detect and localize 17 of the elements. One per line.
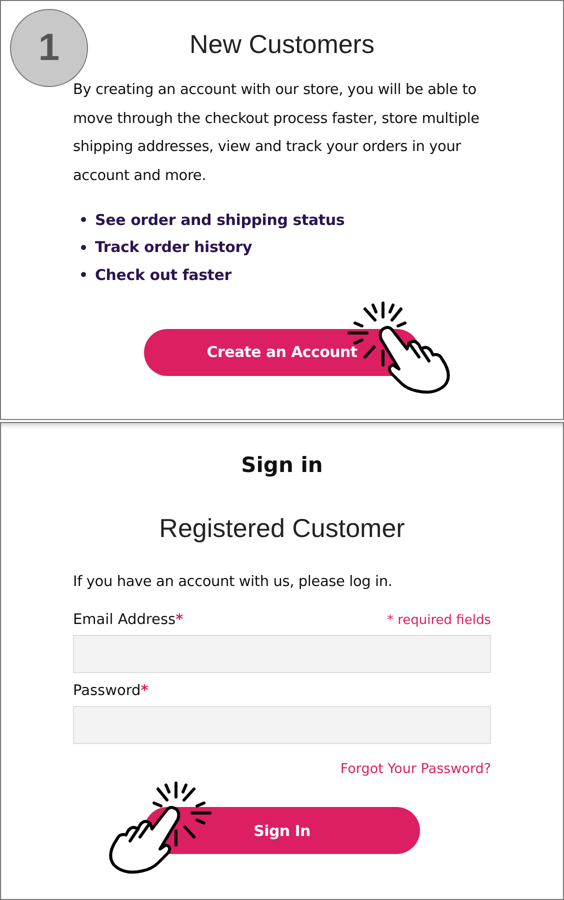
intro-text: If you have an account with us, please log in.	[73, 574, 394, 590]
input-field[interactable]	[73, 706, 491, 744]
benefit-text: Check out faster	[95, 266, 232, 284]
page-title: Sign in	[240, 453, 324, 477]
bullet-icon	[81, 244, 86, 250]
section-title: New Customers	[188, 29, 376, 60]
sign-in-button[interactable]: Sign In	[144, 807, 420, 854]
input-field[interactable]	[73, 635, 491, 673]
field-label: Password*	[73, 683, 148, 699]
required-note: * required fields	[386, 613, 491, 628]
bullet-icon	[81, 272, 86, 278]
section-title: Registered Customer	[158, 513, 406, 544]
forgot-password-link[interactable]: Forgot Your Password?	[340, 761, 491, 777]
field-label: Email Address*	[73, 612, 184, 628]
benefit-text: See order and shipping status	[95, 210, 345, 229]
bullet-icon	[81, 217, 86, 222]
benefit-text: Track order history	[95, 238, 252, 256]
